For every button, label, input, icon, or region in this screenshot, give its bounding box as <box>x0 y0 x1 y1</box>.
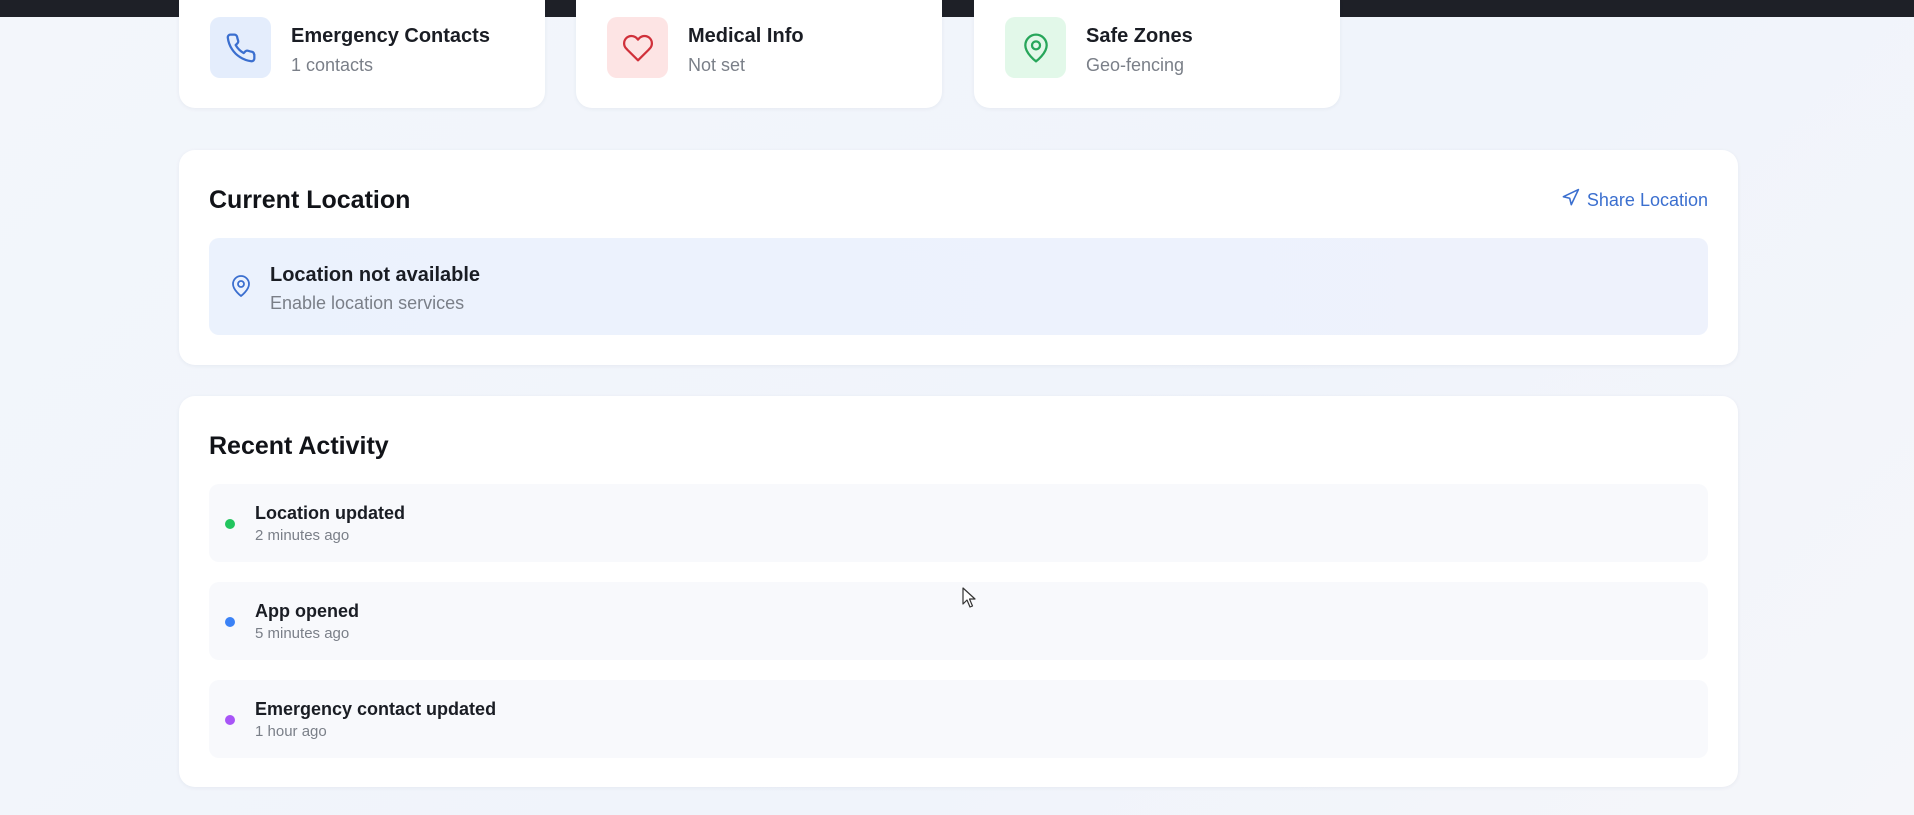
activity-item: App opened 5 minutes ago <box>209 582 1708 660</box>
medical-info-card[interactable]: Medical Info Not set <box>576 0 942 108</box>
activity-time: 2 minutes ago <box>255 527 350 544</box>
location-status-box: Location not available Enable location s… <box>209 238 1708 335</box>
activity-time: 5 minutes ago <box>255 625 350 642</box>
activity-title: Emergency contact updated <box>255 699 497 719</box>
status-dot <box>225 617 235 627</box>
navigation-icon <box>1561 188 1580 212</box>
phone-icon <box>210 17 271 78</box>
recent-activity-panel: Recent Activity Location updated 2 minut… <box>179 396 1738 787</box>
location-status-title: Location not available <box>270 264 481 286</box>
current-location-panel: Current Location Share Location Location… <box>179 150 1738 365</box>
card-title: Medical Info <box>688 25 804 47</box>
card-subtitle: 1 contacts <box>291 55 374 75</box>
map-pin-icon <box>1005 17 1066 78</box>
location-pin-icon <box>229 273 253 304</box>
location-status-subtitle: Enable location services <box>270 293 465 313</box>
mouse-cursor-icon <box>962 587 978 614</box>
card-title: Emergency Contacts <box>291 25 490 47</box>
card-subtitle: Geo-fencing <box>1086 55 1185 75</box>
share-location-label: Share Location <box>1586 189 1708 210</box>
activity-title: Location updated <box>255 503 405 523</box>
safe-zones-card[interactable]: Safe Zones Geo-fencing <box>974 0 1340 108</box>
recent-activity-title: Recent Activity <box>209 432 389 460</box>
activity-item: Location updated 2 minutes ago <box>209 484 1708 562</box>
heart-icon <box>607 17 668 78</box>
emergency-contacts-card[interactable]: Emergency Contacts 1 contacts <box>179 0 545 108</box>
activity-item: Emergency contact updated 1 hour ago <box>209 680 1708 758</box>
activity-time: 1 hour ago <box>255 723 327 740</box>
status-dot <box>225 715 235 725</box>
current-location-title: Current Location <box>209 186 411 214</box>
status-dot <box>225 519 235 529</box>
card-title: Safe Zones <box>1086 25 1193 47</box>
share-location-button[interactable]: Share Location <box>1561 188 1708 212</box>
dashboard-page: Emergency Contacts 1 contacts Medical In… <box>0 0 1914 815</box>
activity-title: App opened <box>255 601 359 621</box>
card-subtitle: Not set <box>688 55 746 75</box>
